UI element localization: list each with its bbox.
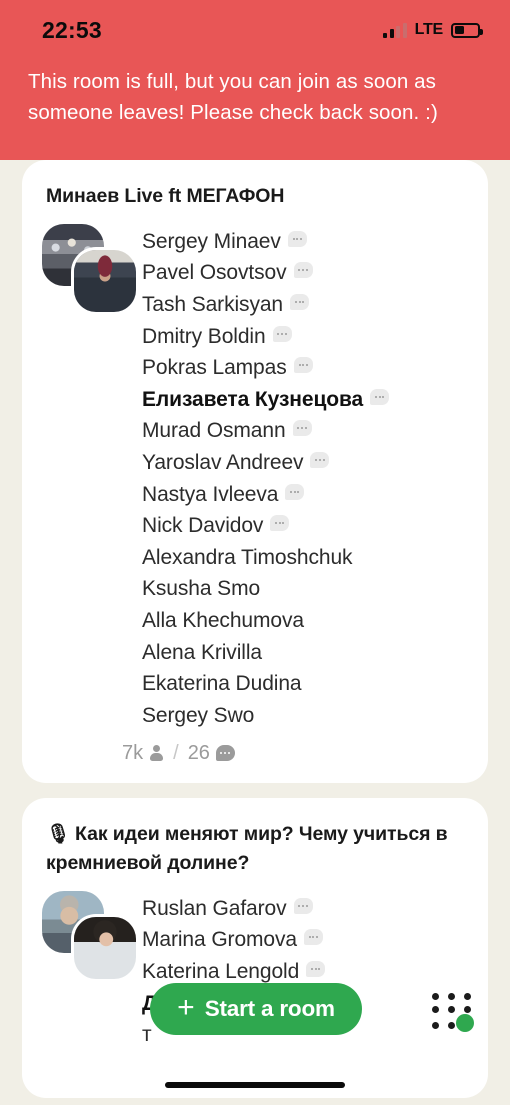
speech-bubble-icon xyxy=(370,388,390,405)
participant-name: Елизавета Кузнецова xyxy=(142,387,364,411)
room-card[interactable]: 🎙 Как идеи меняют мир? Чему учиться в кре… xyxy=(22,798,488,1098)
grid-dots-icon[interactable] xyxy=(430,993,474,1032)
speech-bubble-icon xyxy=(303,929,323,946)
participant-row[interactable]: Sergey Swo xyxy=(142,700,488,732)
participant-row[interactable]: Alexandra Timoshchuk xyxy=(142,542,488,574)
participant-row[interactable]: Pavel Osovtsov xyxy=(142,258,488,290)
banner-message: This room is full, but you can join as s… xyxy=(28,70,438,124)
participant-row[interactable]: Alla Khechumova xyxy=(142,605,488,637)
participant-row[interactable]: Ekaterina Dudina xyxy=(142,668,488,700)
room-avatars xyxy=(42,891,142,981)
speech-bubble-icon xyxy=(270,515,290,532)
stats-separator: / xyxy=(173,741,179,764)
participant-name: Alla Khechumova xyxy=(142,608,304,632)
speech-bubble-icon xyxy=(272,325,292,342)
participant-row[interactable]: Елизавета Кузнецова xyxy=(142,384,488,416)
participant-row[interactable]: Alena Krivilla xyxy=(142,637,488,669)
person-icon xyxy=(149,745,164,761)
participant-name: Marina Gromova xyxy=(142,928,297,952)
participant-name: Nick Davidov xyxy=(142,514,264,538)
speech-bubble-icon xyxy=(293,897,313,914)
participant-name: Yaroslav Andreev xyxy=(142,450,304,474)
participant-name: Ksusha Smo xyxy=(142,577,261,601)
participant-row[interactable]: Ruslan Gafarov xyxy=(142,893,488,925)
woman-dark-hair-avatar xyxy=(74,917,136,979)
speech-bubble-icon xyxy=(293,357,313,374)
participant-row[interactable]: Nastya Ivleeva xyxy=(142,479,488,511)
participant-name: Sergey Swo xyxy=(142,703,255,727)
room-title: 🎙 Как идеи меняют мир? Чему учиться в кре… xyxy=(22,820,488,877)
participant-row[interactable]: Pokras Lampas xyxy=(142,352,488,384)
participant-row[interactable]: Marina Gromova xyxy=(142,925,488,957)
participant-row[interactable]: Yaroslav Andreev xyxy=(142,447,488,479)
participant-name: Pokras Lampas xyxy=(142,356,287,380)
participant-name: т xyxy=(142,1023,152,1047)
room-title: Минаев Live ft МЕГАФОН xyxy=(46,185,285,207)
speech-bubble-icon xyxy=(306,960,326,977)
speaker-count: 26 xyxy=(187,741,210,764)
room-full-banner: 22:53 LTE This room is full, but you can… xyxy=(0,0,510,160)
participant-name: Ekaterina Dudina xyxy=(142,672,302,696)
start-a-room-label: Start a room xyxy=(204,996,335,1021)
battery-low-icon xyxy=(451,22,483,38)
speech-bubble-icon xyxy=(287,230,307,247)
listener-count: 7k xyxy=(122,741,144,764)
speech-bubble-icon xyxy=(310,451,330,468)
participant-row[interactable]: Murad Osmann xyxy=(142,416,488,448)
speech-bubble-icon xyxy=(292,420,312,437)
network-type-label: LTE xyxy=(414,21,444,38)
speech-bubble-icon xyxy=(293,262,313,279)
microphone-icon: 🎙 xyxy=(46,824,71,845)
home-indicator xyxy=(165,1082,345,1088)
participant-name: Sergey Minaev xyxy=(142,229,281,253)
participant-row[interactable]: Nick Davidov xyxy=(142,510,488,542)
signal-bars-icon xyxy=(383,22,407,38)
participant-row[interactable]: Tash Sarkisyan xyxy=(142,289,488,321)
participant-name: Alena Krivilla xyxy=(142,640,262,664)
room-body: Sergey Minaev Pavel Osovtsov Tash Sarkisya… xyxy=(22,210,488,732)
participant-name: Nastya Ivleeva xyxy=(142,482,279,506)
participant-name: Ruslan Gafarov xyxy=(142,896,287,920)
participant-row[interactable]: Ksusha Smo xyxy=(142,574,488,606)
chat-bubble-icon xyxy=(215,745,235,761)
man-in-red-hat-avatar xyxy=(74,250,136,312)
status-bar-clock: 22:53 xyxy=(42,16,102,43)
participant-name: Alexandra Timoshchuk xyxy=(142,545,353,569)
room-stats: 7k / 26 xyxy=(22,732,488,765)
participant-row[interactable]: Sergey Minaev xyxy=(142,226,488,258)
start-a-room-button[interactable]: + Start a room xyxy=(150,983,362,1035)
room-card[interactable]: Минаев Live ft МЕГАФОН Sergey Minaev Pave… xyxy=(22,160,488,783)
participant-name: Katerina Lengold xyxy=(142,959,300,983)
app-screen: 22:53 LTE This room is full, but you can… xyxy=(0,0,510,1105)
participant-row[interactable]: Dmitry Boldin xyxy=(142,321,488,353)
status-bar: 22:53 LTE xyxy=(0,0,510,46)
participant-name: Murad Osmann xyxy=(142,419,286,443)
participant-name: Dmitry Boldin xyxy=(142,324,266,348)
room-title-text: Как идеи меняют мир? Чему учиться в крем… xyxy=(46,823,448,874)
participant-name: Tash Sarkisyan xyxy=(142,292,283,316)
speech-bubble-icon xyxy=(290,293,309,310)
speech-bubble-icon xyxy=(285,483,305,500)
room-avatars xyxy=(42,224,142,314)
participant-name: Pavel Osovtsov xyxy=(142,261,287,285)
status-bar-indicators: LTE xyxy=(383,21,483,39)
participant-list: Sergey Minaev Pavel Osovtsov Tash Sarkisya… xyxy=(142,224,488,732)
